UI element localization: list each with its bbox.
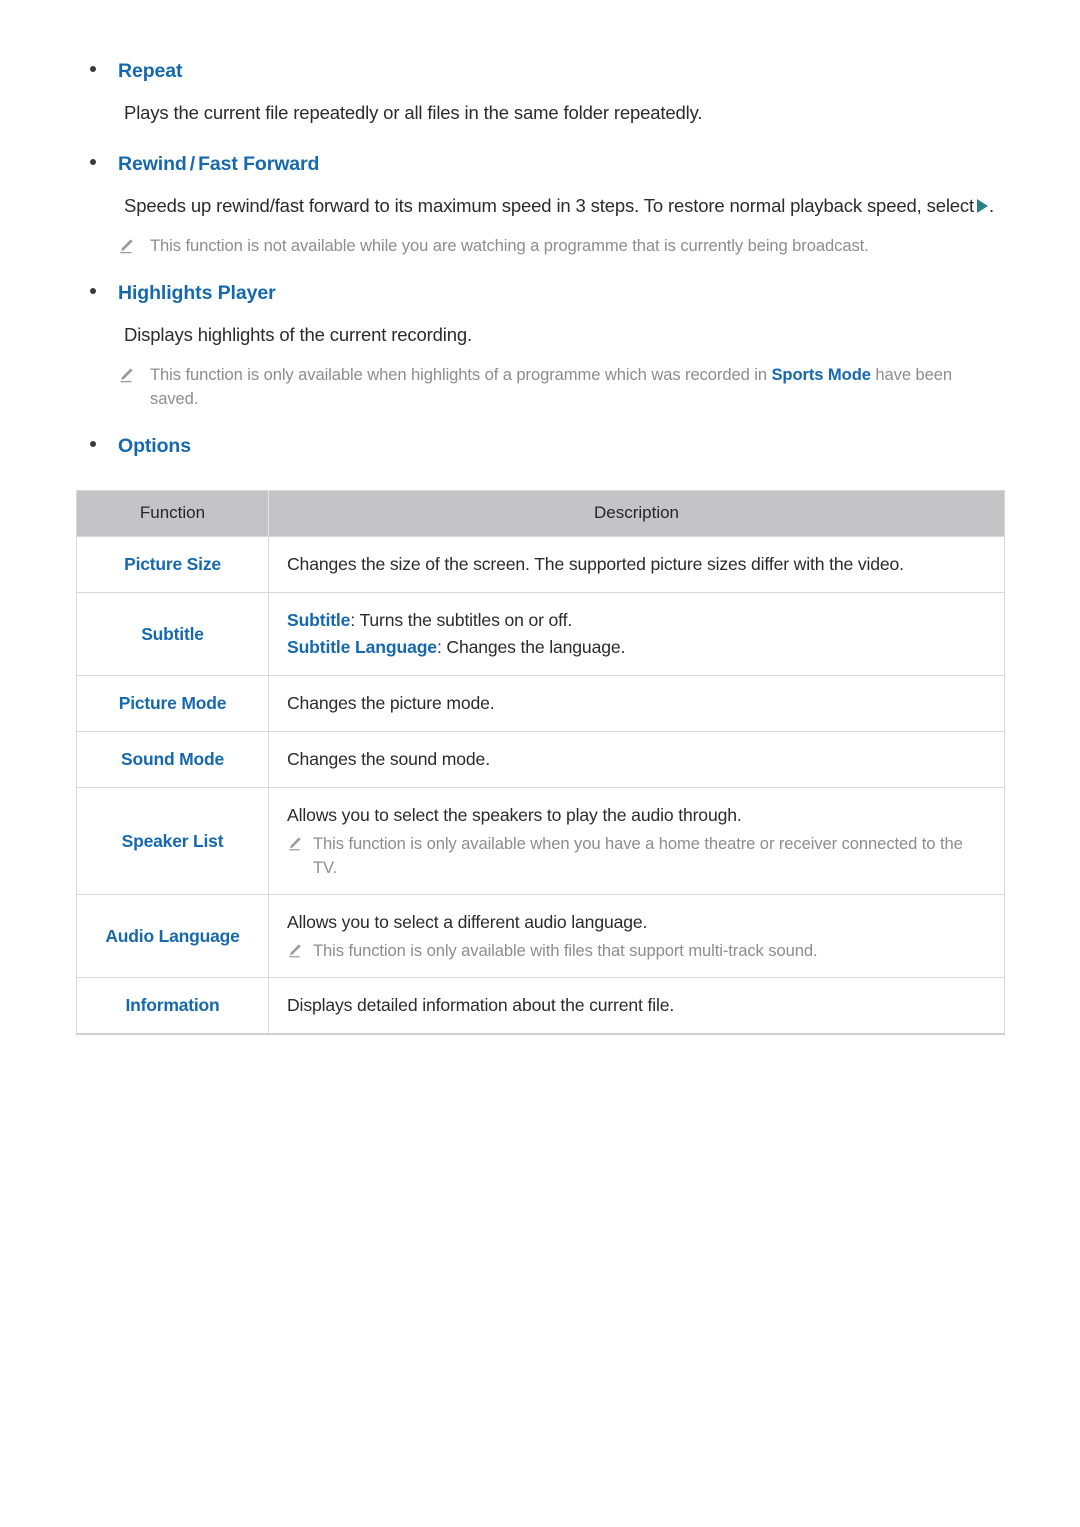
pencil-icon — [287, 836, 302, 853]
bullet-dot-icon — [90, 66, 96, 72]
body-text-before: Speeds up rewind/fast forward to its max… — [124, 195, 975, 216]
section-body-highlights-player: Displays highlights of the current recor… — [124, 324, 473, 345]
desc-line: Allows you to select the speakers to pla… — [287, 805, 742, 825]
heading-text-fast-forward: Fast Forward — [198, 153, 320, 175]
section-heading-options: Options — [90, 435, 1004, 458]
heading-separator: / — [189, 153, 196, 175]
heading-text-rewind: Rewind — [118, 153, 187, 175]
cell-description-picture-mode: Changes the picture mode. — [268, 675, 1005, 732]
cell-description-audio-language: Allows you to select a different audio l… — [268, 894, 1005, 978]
table-row: Information Displays detailed informatio… — [76, 977, 1005, 1034]
cell-function-subtitle: Subtitle — [76, 592, 269, 676]
cell-function-information: Information — [76, 977, 269, 1034]
cell-function-speaker-list: Speaker List — [76, 787, 269, 895]
section-body-rewind-fast-forward: Speeds up rewind/fast forward to its max… — [124, 191, 1004, 220]
cell-function-audio-language: Audio Language — [76, 894, 269, 978]
cell-note: This function is only available when you… — [287, 832, 986, 880]
note-highlights-sports-mode: This function is only available when hig… — [118, 363, 1004, 411]
pencil-icon — [118, 238, 134, 256]
section-heading-repeat: Repeat — [90, 60, 1004, 83]
keyword-subtitle-language: Subtitle Language — [287, 637, 437, 657]
bullet-dot-icon — [90, 441, 96, 447]
cell-description-subtitle: Subtitle: Turns the subtitles on or off.… — [268, 592, 1005, 676]
table-row: Sound Mode Changes the sound mode. — [76, 731, 1005, 788]
heading-text: Options — [118, 435, 191, 457]
desc-rest: : Turns the subtitles on or off. — [350, 610, 573, 630]
cell-description-speaker-list: Allows you to select the speakers to pla… — [268, 787, 1005, 895]
desc-line: Changes the sound mode. — [287, 749, 490, 769]
bullet-dot-icon — [90, 288, 96, 294]
body-text-after: . — [989, 195, 995, 216]
table-header-row: Function Description — [76, 490, 1005, 537]
table-row: Speaker List Allows you to select the sp… — [76, 787, 1005, 895]
keyword-subtitle: Subtitle — [287, 610, 351, 630]
desc-line: Allows you to select a different audio l… — [287, 912, 648, 932]
cell-description-information: Displays detailed information about the … — [268, 977, 1005, 1034]
column-header-function: Function — [76, 490, 269, 537]
table-row: Subtitle Subtitle: Turns the subtitles o… — [76, 592, 1005, 676]
desc-line: Changes the picture mode. — [287, 693, 495, 713]
note-rewind-broadcast: This function is not available while you… — [118, 234, 1004, 258]
note-text: This function is only available when you… — [313, 834, 963, 877]
note-text: This function is only available when hig… — [150, 363, 1004, 411]
options-table: Function Description Picture Size Change… — [76, 490, 1005, 1035]
document-page: Repeat Plays the current file repeatedly… — [0, 0, 1080, 1527]
pencil-icon — [118, 367, 134, 385]
note-text: This function is only available with fil… — [313, 941, 818, 960]
note-highlight-sports-mode: Sports Mode — [771, 365, 871, 384]
desc-line: Displays detailed information about the … — [287, 995, 675, 1015]
cell-function-picture-mode: Picture Mode — [76, 675, 269, 732]
table-row: Picture Mode Changes the picture mode. — [76, 675, 1005, 732]
desc-line: Subtitle Language: Changes the language. — [287, 634, 986, 661]
bullet-dot-icon — [90, 159, 96, 165]
note-text: This function is not available while you… — [150, 236, 869, 255]
cell-function-sound-mode: Sound Mode — [76, 731, 269, 788]
heading-text: Repeat — [118, 60, 183, 82]
cell-description-picture-size: Changes the size of the screen. The supp… — [268, 536, 1005, 593]
desc-line: Changes the size of the screen. The supp… — [287, 554, 904, 574]
desc-line: Subtitle: Turns the subtitles on or off. — [287, 607, 986, 634]
table-row: Audio Language Allows you to select a di… — [76, 894, 1005, 978]
cell-note: This function is only available with fil… — [287, 939, 986, 963]
heading-text: Highlights Player — [118, 282, 276, 304]
section-heading-rewind-fast-forward: Rewind / Fast Forward — [90, 153, 1004, 176]
table-row: Picture Size Changes the size of the scr… — [76, 536, 1005, 593]
pencil-icon — [287, 943, 302, 960]
cell-description-sound-mode: Changes the sound mode. — [268, 731, 1005, 788]
play-triangle-icon — [977, 199, 989, 213]
note-text-before: This function is only available when hig… — [150, 365, 772, 384]
section-body-repeat: Plays the current file repeatedly or all… — [124, 102, 703, 123]
desc-rest: : Changes the language. — [436, 637, 626, 657]
cell-function-picture-size: Picture Size — [76, 536, 269, 593]
column-header-description: Description — [268, 490, 1005, 537]
section-heading-highlights-player: Highlights Player — [90, 282, 1004, 305]
